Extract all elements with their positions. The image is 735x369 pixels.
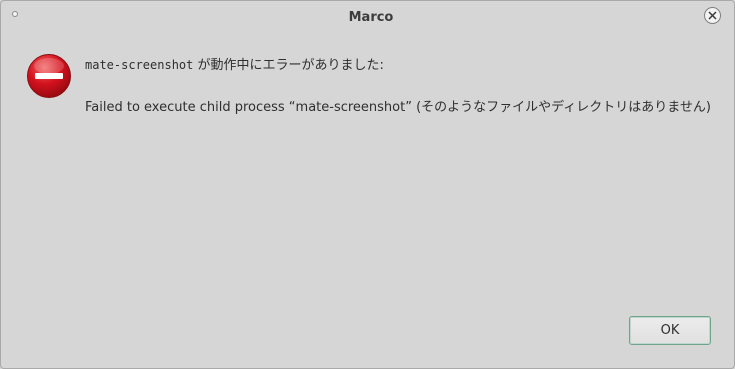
window-title: Marco — [348, 10, 394, 25]
error-message-suffix: が動作中にエラーがありました: — [193, 58, 384, 73]
error-message-detail: Failed to execute child process “mate-sc… — [85, 100, 711, 115]
ok-button[interactable]: OK — [629, 316, 711, 345]
error-message-primary: mate-screenshot が動作中にエラーがありました: — [85, 54, 384, 73]
dialog-error-icon — [27, 54, 71, 98]
dialog-window: Marco mate-screenshot が動作中にエラーがありました: Fa… — [0, 0, 735, 369]
close-button[interactable] — [704, 7, 721, 24]
close-icon — [708, 11, 717, 20]
command-name: mate-screenshot — [85, 58, 194, 72]
titlebar[interactable]: Marco — [1, 1, 734, 35]
